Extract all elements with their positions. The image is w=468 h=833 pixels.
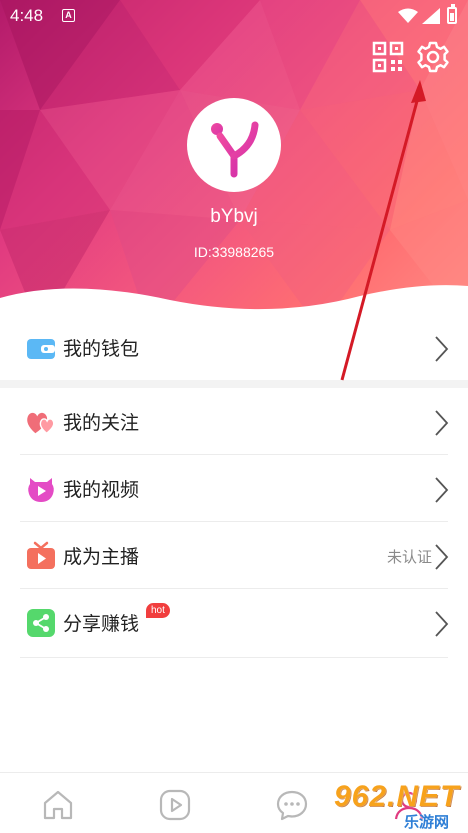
watermark-text: 962.NET <box>334 780 460 813</box>
watermark-subtext: 乐游网 <box>404 813 450 831</box>
avatar[interactable] <box>187 98 281 192</box>
hot-badge: hot <box>146 603 170 618</box>
video-play-icon <box>28 478 54 502</box>
status-bar: 4:48 A <box>0 0 468 32</box>
chevron-right-icon <box>435 477 449 503</box>
menu-item-videos[interactable]: 我的视频 <box>0 455 468 521</box>
chevron-right-icon <box>435 410 449 436</box>
chevron-right-icon <box>435 336 449 362</box>
status-time: 4:48 <box>10 6 44 25</box>
menu-label: 我的视频 <box>63 479 140 501</box>
settings-button[interactable] <box>416 40 450 74</box>
battery-icon <box>447 4 457 24</box>
user-id: ID:33988265 <box>193 244 275 260</box>
wifi-icon <box>398 8 418 23</box>
menu-item-share-earn[interactable]: 分享赚钱 hot <box>0 589 468 655</box>
play-icon <box>159 789 191 821</box>
wallet-icon <box>27 339 55 359</box>
menu-item-follows[interactable]: 我的关注 <box>0 388 468 454</box>
chevron-right-icon <box>435 611 449 637</box>
notification-badge: A <box>62 9 75 22</box>
qr-code-icon <box>372 41 404 73</box>
hearts-icon <box>27 412 55 435</box>
nav-home[interactable] <box>41 788 75 822</box>
divider <box>20 657 448 658</box>
menu-label: 我的关注 <box>63 412 140 434</box>
nav-video[interactable] <box>158 788 192 822</box>
menu-item-become-host[interactable]: 成为主播 未认证 <box>0 522 468 588</box>
qr-code-button[interactable] <box>371 40 405 74</box>
menu-item-wallet[interactable]: 我的钱包 <box>0 314 468 380</box>
site-watermark: 962.NET 乐游网 <box>328 780 468 833</box>
menu-label: 成为主播 <box>63 546 140 568</box>
nav-messages[interactable] <box>275 788 309 822</box>
share-icon <box>27 609 55 637</box>
menu-label: 我的钱包 <box>63 338 140 360</box>
home-icon <box>43 790 73 820</box>
menu-label: 分享赚钱 <box>63 613 140 635</box>
chat-icon <box>276 790 308 821</box>
section-gap <box>0 380 468 388</box>
app-logo-icon <box>211 121 259 178</box>
username: bYbvj <box>210 206 258 227</box>
signal-icon <box>422 8 440 24</box>
chevron-right-icon <box>435 544 449 570</box>
tv-icon <box>27 541 55 569</box>
profile-header: 4:48 A bYbvj ID:33988265 <box>0 0 468 330</box>
gear-icon <box>417 41 449 73</box>
verification-status: 未认证 <box>386 548 432 566</box>
